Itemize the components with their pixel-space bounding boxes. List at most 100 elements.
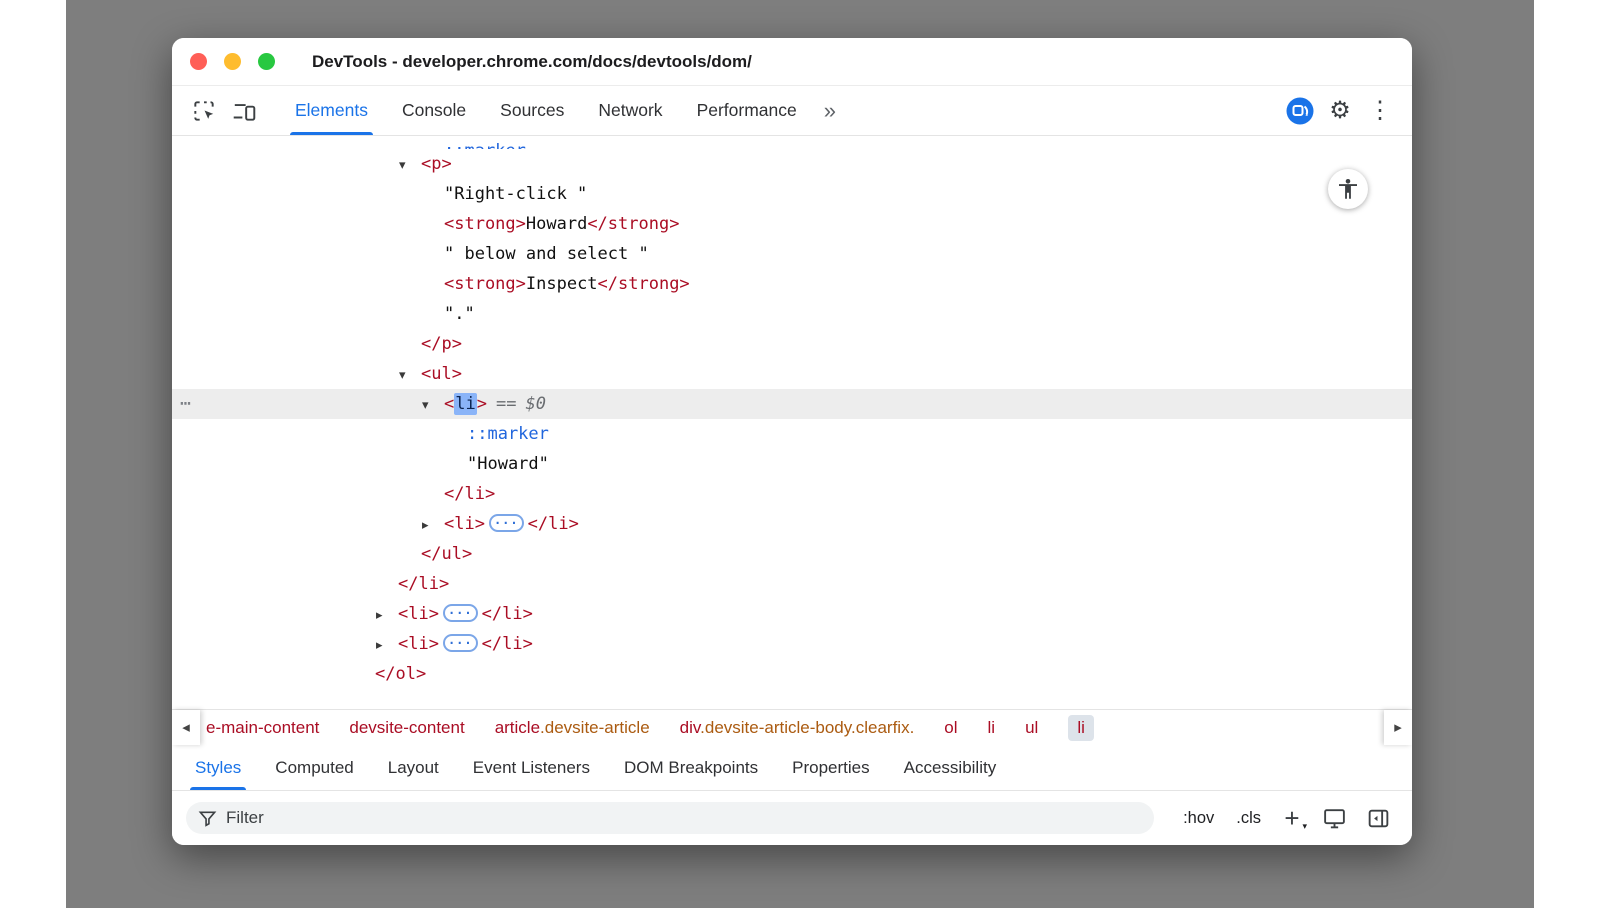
- breadcrumb-item[interactable]: li: [988, 718, 996, 738]
- tree-line[interactable]: ▸<li>···</li>: [172, 629, 1412, 659]
- disclosure-right-icon[interactable]: ▸: [376, 600, 398, 630]
- disclosure-down-icon[interactable]: ▾: [399, 150, 421, 180]
- crumb-tag-text: div: [680, 718, 700, 737]
- token-tag: <ul>: [421, 364, 462, 384]
- tree-line[interactable]: </ol>: [172, 659, 1412, 689]
- token-tag: <p>: [421, 154, 452, 174]
- crumb-tag-text: li: [1077, 718, 1085, 737]
- token-tag: <: [444, 394, 454, 414]
- tree-line[interactable]: ▾<ul>: [172, 359, 1412, 389]
- token-tag: </li>: [482, 634, 533, 654]
- main-toolbar: ElementsConsoleSourcesNetworkPerformance…: [172, 86, 1412, 136]
- token-tag: </li>: [398, 574, 449, 594]
- inline-expand-icon[interactable]: ···: [443, 634, 478, 652]
- tree-line[interactable]: ▾<p>: [172, 149, 1412, 179]
- close-button[interactable]: [190, 53, 207, 70]
- tree-line[interactable]: <strong>Howard</strong>: [172, 209, 1412, 239]
- token-tag: <strong>: [444, 214, 526, 234]
- crumb-tag-text: li: [988, 718, 996, 737]
- token-pseudo: ::marker: [444, 141, 526, 149]
- breadcrumb-item[interactable]: li: [1068, 715, 1094, 741]
- tab-elements[interactable]: Elements: [278, 86, 385, 135]
- inspect-icon[interactable]: [184, 90, 224, 132]
- more-menu-icon[interactable]: ⋮: [1360, 90, 1400, 132]
- token-text: Inspect: [526, 274, 598, 294]
- caret-down-icon: ▾: [1302, 821, 1307, 832]
- breadcrumb-item[interactable]: article.devsite-article: [495, 718, 650, 738]
- dom-tree-lines: ::marker▾<p>"Right-click "<strong>Howard…: [172, 136, 1412, 689]
- token-eq: ==: [496, 394, 516, 414]
- token-tag: <strong>: [444, 274, 526, 294]
- tree-line[interactable]: </ul>: [172, 539, 1412, 569]
- crumb-tag-text: devsite-content: [349, 718, 464, 737]
- breadcrumb-item[interactable]: ol: [944, 718, 957, 738]
- token-tag: </li>: [528, 514, 579, 534]
- tree-line[interactable]: ⋯▾<li>==$0: [172, 389, 1412, 419]
- rendering-emulation-icon[interactable]: [1314, 797, 1354, 839]
- more-tabs-icon[interactable]: »: [814, 100, 846, 122]
- token-text: Howard: [526, 214, 587, 234]
- zoom-button[interactable]: [258, 53, 275, 70]
- tab-accessibility[interactable]: Accessibility: [887, 745, 1014, 790]
- cast-icon[interactable]: [1280, 90, 1320, 132]
- breadcrumb-item[interactable]: e-main-content: [206, 718, 319, 738]
- crumb-cls-text: .devsite-article: [540, 718, 650, 737]
- token-tag: <li>: [398, 634, 439, 654]
- token-tag: <li>: [444, 514, 485, 534]
- tree-line[interactable]: ▸<li>···</li>: [172, 509, 1412, 539]
- pseudo-state-toggle[interactable]: :hov: [1174, 803, 1223, 834]
- row-menu-icon[interactable]: ⋯: [180, 389, 191, 419]
- breadcrumb-item[interactable]: div.devsite-article-body.clearfix.: [680, 718, 915, 738]
- disclosure-down-icon[interactable]: ▾: [422, 390, 444, 420]
- token-tag: </li>: [444, 484, 495, 504]
- minimize-button[interactable]: [224, 53, 241, 70]
- device-toolbar-icon[interactable]: [224, 90, 264, 132]
- tab-computed[interactable]: Computed: [258, 745, 370, 790]
- accessibility-button[interactable]: [1328, 169, 1368, 209]
- crumb-tag-text: ol: [944, 718, 957, 737]
- tab-console[interactable]: Console: [385, 86, 483, 135]
- token-text: ".": [444, 304, 475, 324]
- tab-properties[interactable]: Properties: [775, 745, 886, 790]
- tree-line[interactable]: "Howard": [172, 449, 1412, 479]
- class-toggle[interactable]: .cls: [1227, 803, 1270, 834]
- breadcrumb-scroll-left-button[interactable]: ◂: [172, 710, 200, 745]
- tree-line[interactable]: </p>: [172, 329, 1412, 359]
- tree-line[interactable]: ::marker: [172, 136, 1412, 149]
- tree-line[interactable]: </li>: [172, 479, 1412, 509]
- tab-layout[interactable]: Layout: [371, 745, 456, 790]
- main-tabs: ElementsConsoleSourcesNetworkPerformance: [278, 86, 814, 135]
- disclosure-right-icon[interactable]: ▸: [376, 630, 398, 660]
- styles-filter-bar: :hov .cls + ▾: [172, 791, 1412, 845]
- token-ref: $0: [525, 394, 545, 414]
- tree-line[interactable]: "Right-click ": [172, 179, 1412, 209]
- tree-line[interactable]: <strong>Inspect</strong>: [172, 269, 1412, 299]
- filter-input[interactable]: [226, 808, 1142, 828]
- breadcrumb-item[interactable]: devsite-content: [349, 718, 464, 738]
- tab-network[interactable]: Network: [581, 86, 679, 135]
- tab-dom-breakpoints[interactable]: DOM Breakpoints: [607, 745, 775, 790]
- settings-icon[interactable]: ⚙: [1320, 90, 1360, 132]
- window-title: DevTools - developer.chrome.com/docs/dev…: [312, 52, 752, 72]
- tree-line[interactable]: ▸<li>···</li>: [172, 599, 1412, 629]
- inline-expand-icon[interactable]: ···: [443, 604, 478, 622]
- disclosure-right-icon[interactable]: ▸: [422, 510, 444, 540]
- token-text: "Right-click ": [444, 184, 587, 204]
- tab-performance[interactable]: Performance: [680, 86, 814, 135]
- inline-expand-icon[interactable]: ···: [489, 514, 524, 532]
- tree-line[interactable]: ::marker: [172, 419, 1412, 449]
- tree-line[interactable]: </li>: [172, 569, 1412, 599]
- breadcrumb-scroll-right-button[interactable]: ▸: [1384, 710, 1412, 745]
- tab-event-listeners[interactable]: Event Listeners: [456, 745, 607, 790]
- token-tag: >: [477, 394, 487, 414]
- tree-line[interactable]: ".": [172, 299, 1412, 329]
- new-style-rule-button[interactable]: + ▾: [1274, 797, 1310, 839]
- toggle-sidebar-icon[interactable]: [1358, 797, 1398, 839]
- tab-styles[interactable]: Styles: [178, 745, 258, 790]
- tab-sources[interactable]: Sources: [483, 86, 581, 135]
- tree-line[interactable]: " below and select ": [172, 239, 1412, 269]
- token-text: "Howard": [467, 454, 549, 474]
- token-tag: </p>: [421, 334, 462, 354]
- disclosure-down-icon[interactable]: ▾: [399, 360, 421, 390]
- breadcrumb-item[interactable]: ul: [1025, 718, 1038, 738]
